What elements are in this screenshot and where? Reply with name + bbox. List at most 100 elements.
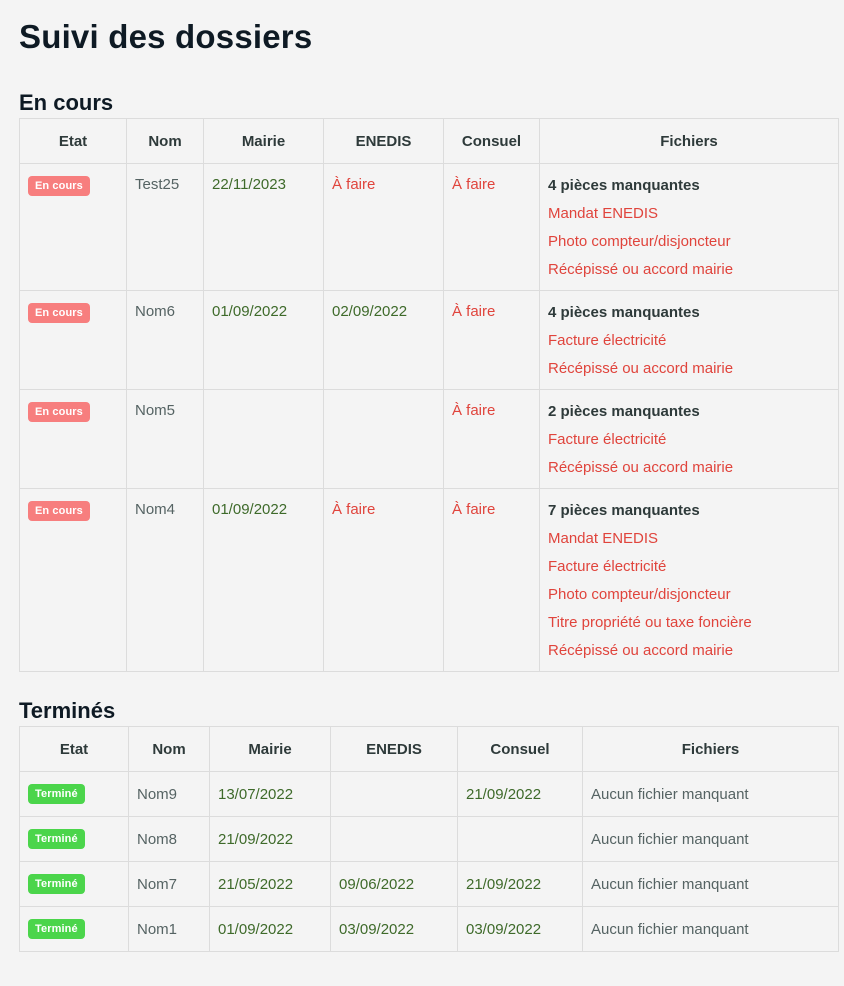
status-cell: Terminé bbox=[19, 906, 129, 952]
mairie-cell: 01/09/2022 bbox=[209, 906, 331, 952]
column-header-mairie[interactable]: Mairie bbox=[209, 726, 331, 772]
status-badge: Terminé bbox=[28, 784, 85, 804]
table-row[interactable]: En cours Nom4 01/09/2022 À faire À faire… bbox=[19, 488, 839, 672]
status-badge: Terminé bbox=[28, 919, 85, 939]
mairie-cell: 01/09/2022 bbox=[203, 488, 324, 672]
in-progress-table: Etat Nom Mairie ENEDIS Consuel Fichiers … bbox=[19, 118, 839, 672]
enedis-cell: 09/06/2022 bbox=[330, 861, 458, 907]
consuel-cell bbox=[457, 816, 583, 862]
enedis-cell: 03/09/2022 bbox=[330, 906, 458, 952]
missing-files-count: 7 pièces manquantes bbox=[548, 502, 700, 519]
missing-file-item[interactable]: Récépissé ou accord mairie bbox=[548, 260, 830, 280]
column-header-fichiers[interactable]: Fichiers bbox=[539, 118, 839, 164]
table-row[interactable]: Terminé Nom8 21/09/2022 Aucun fichier ma… bbox=[19, 816, 839, 862]
table-header-row: Etat Nom Mairie ENEDIS Consuel Fichiers bbox=[19, 118, 839, 164]
mairie-cell: 22/11/2023 bbox=[203, 163, 324, 291]
missing-file-item[interactable]: Facture électricité bbox=[548, 430, 830, 450]
consuel-cell: 21/09/2022 bbox=[457, 861, 583, 907]
files-cell: Aucun fichier manquant bbox=[582, 906, 839, 952]
page: Suivi des dossiers En cours Etat Nom Mai… bbox=[0, 0, 844, 952]
column-header-fichiers[interactable]: Fichiers bbox=[582, 726, 839, 772]
mairie-cell: 13/07/2022 bbox=[209, 771, 331, 817]
section-heading-in-progress: En cours bbox=[19, 90, 114, 115]
name-cell[interactable]: Nom8 bbox=[128, 816, 210, 862]
name-cell[interactable]: Test25 bbox=[126, 163, 204, 291]
status-cell: En cours bbox=[19, 290, 127, 390]
table-row[interactable]: En cours Test25 22/11/2023 À faire À fai… bbox=[19, 163, 839, 291]
missing-file-item[interactable]: Mandat ENEDIS bbox=[548, 204, 830, 224]
status-badge: En cours bbox=[28, 176, 90, 196]
missing-file-item[interactable]: Photo compteur/disjoncteur bbox=[548, 232, 830, 252]
column-header-consuel[interactable]: Consuel bbox=[443, 118, 540, 164]
section-heading-done: Terminés bbox=[19, 698, 116, 723]
done-table: Etat Nom Mairie ENEDIS Consuel Fichiers … bbox=[19, 726, 839, 952]
enedis-cell bbox=[330, 771, 458, 817]
column-header-nom[interactable]: Nom bbox=[128, 726, 210, 772]
enedis-cell bbox=[323, 389, 444, 489]
table-row[interactable]: En cours Nom6 01/09/2022 02/09/2022 À fa… bbox=[19, 290, 839, 390]
consuel-cell: À faire bbox=[443, 163, 540, 291]
status-badge: En cours bbox=[28, 402, 90, 422]
missing-file-item[interactable]: Récépissé ou accord mairie bbox=[548, 458, 830, 478]
missing-files-count: 2 pièces manquantes bbox=[548, 403, 700, 420]
consuel-cell: À faire bbox=[443, 488, 540, 672]
status-cell: Terminé bbox=[19, 861, 129, 907]
column-header-mairie[interactable]: Mairie bbox=[203, 118, 324, 164]
files-cell: 2 pièces manquantes Facture électricité … bbox=[539, 389, 839, 489]
missing-file-item[interactable]: Récépissé ou accord mairie bbox=[548, 359, 830, 379]
mairie-cell bbox=[203, 389, 324, 489]
mairie-cell: 01/09/2022 bbox=[203, 290, 324, 390]
table-header-row: Etat Nom Mairie ENEDIS Consuel Fichiers bbox=[19, 726, 839, 772]
missing-files-count: 4 pièces manquantes bbox=[548, 177, 700, 194]
column-header-etat[interactable]: Etat bbox=[19, 726, 129, 772]
column-header-nom[interactable]: Nom bbox=[126, 118, 204, 164]
enedis-cell: À faire bbox=[323, 163, 444, 291]
enedis-cell: 02/09/2022 bbox=[323, 290, 444, 390]
status-cell: En cours bbox=[19, 163, 127, 291]
enedis-cell bbox=[330, 816, 458, 862]
name-cell[interactable]: Nom9 bbox=[128, 771, 210, 817]
status-cell: Terminé bbox=[19, 816, 129, 862]
files-cell: 4 pièces manquantes Facture électricité … bbox=[539, 290, 839, 390]
missing-files-count: 4 pièces manquantes bbox=[548, 304, 700, 321]
files-cell: 4 pièces manquantes Mandat ENEDIS Photo … bbox=[539, 163, 839, 291]
status-badge: Terminé bbox=[28, 829, 85, 849]
column-header-consuel[interactable]: Consuel bbox=[457, 726, 583, 772]
column-header-enedis[interactable]: ENEDIS bbox=[330, 726, 458, 772]
consuel-cell: À faire bbox=[443, 290, 540, 390]
name-cell[interactable]: Nom5 bbox=[126, 389, 204, 489]
status-badge: En cours bbox=[28, 501, 90, 521]
files-cell: 7 pièces manquantes Mandat ENEDIS Factur… bbox=[539, 488, 839, 672]
name-cell[interactable]: Nom1 bbox=[128, 906, 210, 952]
status-cell: En cours bbox=[19, 488, 127, 672]
enedis-cell: À faire bbox=[323, 488, 444, 672]
files-cell: Aucun fichier manquant bbox=[582, 861, 839, 907]
missing-file-item[interactable]: Récépissé ou accord mairie bbox=[548, 641, 830, 661]
consuel-cell: 21/09/2022 bbox=[457, 771, 583, 817]
files-cell: Aucun fichier manquant bbox=[582, 771, 839, 817]
mairie-cell: 21/05/2022 bbox=[209, 861, 331, 907]
table-row[interactable]: Terminé Nom9 13/07/2022 21/09/2022 Aucun… bbox=[19, 771, 839, 817]
status-badge: En cours bbox=[28, 303, 90, 323]
name-cell[interactable]: Nom4 bbox=[126, 488, 204, 672]
page-title: Suivi des dossiers bbox=[19, 18, 313, 55]
column-header-enedis[interactable]: ENEDIS bbox=[323, 118, 444, 164]
missing-file-item[interactable]: Facture électricité bbox=[548, 557, 830, 577]
mairie-cell: 21/09/2022 bbox=[209, 816, 331, 862]
files-cell: Aucun fichier manquant bbox=[582, 816, 839, 862]
missing-file-item[interactable]: Photo compteur/disjoncteur bbox=[548, 585, 830, 605]
table-row[interactable]: En cours Nom5 À faire 2 pièces manquante… bbox=[19, 389, 839, 489]
table-row[interactable]: Terminé Nom7 21/05/2022 09/06/2022 21/09… bbox=[19, 861, 839, 907]
status-cell: En cours bbox=[19, 389, 127, 489]
consuel-cell: À faire bbox=[443, 389, 540, 489]
status-cell: Terminé bbox=[19, 771, 129, 817]
name-cell[interactable]: Nom6 bbox=[126, 290, 204, 390]
column-header-etat[interactable]: Etat bbox=[19, 118, 127, 164]
table-row[interactable]: Terminé Nom1 01/09/2022 03/09/2022 03/09… bbox=[19, 906, 839, 952]
missing-file-item[interactable]: Facture électricité bbox=[548, 331, 830, 351]
name-cell[interactable]: Nom7 bbox=[128, 861, 210, 907]
missing-file-item[interactable]: Mandat ENEDIS bbox=[548, 529, 830, 549]
status-badge: Terminé bbox=[28, 874, 85, 894]
consuel-cell: 03/09/2022 bbox=[457, 906, 583, 952]
missing-file-item[interactable]: Titre propriété ou taxe foncière bbox=[548, 613, 830, 633]
